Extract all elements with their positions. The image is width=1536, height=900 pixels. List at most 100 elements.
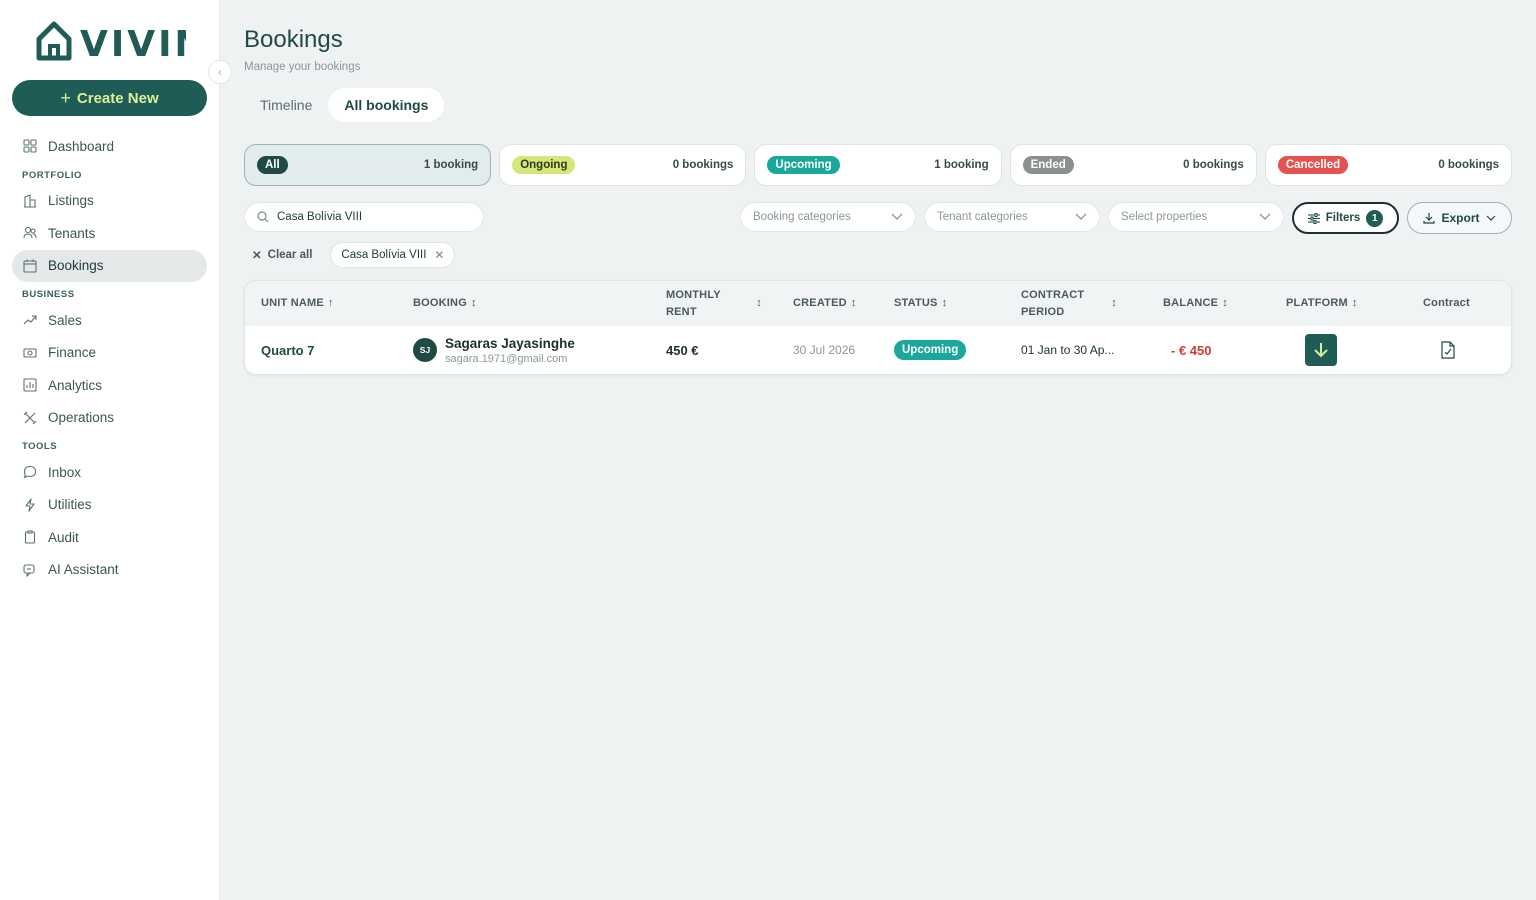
sidebar-item-audit[interactable]: Audit <box>12 521 207 553</box>
status-card-ended[interactable]: Ended 0 bookings <box>1009 144 1257 186</box>
sidebar-item-label: Utilities <box>48 497 92 512</box>
tenant-categories-select[interactable]: Tenant categories <box>924 202 1100 232</box>
download-arrow-icon <box>1314 343 1328 358</box>
booking-cell[interactable]: SJ Sagaras Jayasinghe sagara.1971@gmail.… <box>413 326 575 374</box>
bolt-icon <box>22 497 38 513</box>
filters-count-badge: 1 <box>1366 209 1384 227</box>
header-balance[interactable]: BALANCE ↕ <box>1163 281 1228 326</box>
search-input[interactable] <box>277 211 457 223</box>
contract-period-cell: 01 Jan to 30 Ap... <box>1021 343 1115 357</box>
sort-icon: ↕ <box>1351 297 1358 309</box>
header-created[interactable]: CREATED ↕ <box>793 281 856 326</box>
view-tabs: Timeline All bookings <box>244 88 445 122</box>
create-new-button[interactable]: + Create New <box>12 80 207 116</box>
status-count: 1 booking <box>934 159 989 171</box>
header-status[interactable]: STATUS ↕ <box>894 281 947 326</box>
chevron-down-icon <box>891 213 903 220</box>
sidebar-item-utilities[interactable]: Utilities <box>12 489 207 521</box>
sidebar-item-dashboard[interactable]: Dashboard <box>12 130 207 162</box>
status-card-all[interactable]: All 1 booking <box>244 144 492 186</box>
assistant-icon <box>22 562 38 578</box>
plus-icon: + <box>60 87 71 108</box>
collapse-sidebar-button[interactable]: ‹ <box>208 60 232 84</box>
tab-timeline[interactable]: Timeline <box>244 88 328 122</box>
sidebar-item-sales[interactable]: Sales <box>12 304 207 336</box>
header-contract: Contract <box>1423 281 1470 326</box>
tab-all-bookings[interactable]: All bookings <box>328 88 445 122</box>
sliders-icon <box>1307 212 1320 224</box>
chart-icon <box>22 377 38 393</box>
sidebar-item-listings[interactable]: Listings <box>12 185 207 217</box>
status-pill: Cancelled <box>1277 156 1349 174</box>
clear-all-label: Clear all <box>267 249 313 261</box>
sort-asc-icon: ↑ <box>327 297 334 309</box>
sidebar-item-inbox[interactable]: Inbox <box>12 456 207 488</box>
sidebar-item-label: Bookings <box>48 258 104 273</box>
filter-row: Booking categories Tenant categories Sel… <box>244 202 1512 234</box>
sort-icon: ↕ <box>756 297 762 309</box>
sidebar-item-label: Listings <box>48 193 94 208</box>
header-contract-period-label: CONTRACT PERIOD <box>1021 288 1085 318</box>
status-pill: All <box>257 156 288 174</box>
balance-cell: - € 450 <box>1171 342 1212 358</box>
header-platform[interactable]: PLATFORM ↕ <box>1286 281 1358 326</box>
contract-cell <box>1440 326 1456 374</box>
platform-button[interactable] <box>1305 334 1337 366</box>
chevron-down-icon <box>1259 213 1271 220</box>
filter-chip[interactable]: Casa Bolívia VIII ✕ <box>330 242 456 268</box>
sidebar-item-finance[interactable]: Finance <box>12 337 207 369</box>
status-cards: All 1 booking Ongoing 0 bookings Upcoming 1 b… <box>244 144 1513 186</box>
status-card-ongoing[interactable]: Ongoing 0 bookings <box>499 144 747 186</box>
sidebar-item-label: AI Assistant <box>48 562 119 577</box>
header-created-label: CREATED <box>793 297 847 309</box>
status-card-upcoming[interactable]: Upcoming 1 booking <box>754 144 1002 186</box>
document-check-icon[interactable] <box>1440 341 1456 359</box>
status-badge: Upcoming <box>894 340 967 360</box>
search-box[interactable] <box>244 202 484 232</box>
sidebar-item-ai-assistant[interactable]: AI Assistant <box>12 554 207 586</box>
sort-icon: ↕ <box>941 297 948 309</box>
sidebar-item-operations[interactable]: Operations <box>12 402 207 434</box>
sidebar-item-label: Tenants <box>48 225 96 241</box>
sidebar: VIVIN + Create New Dashboard PORTFOLIO Lis… <box>0 0 220 900</box>
sidebar-item-analytics[interactable]: Analytics <box>12 369 207 401</box>
sidebar-item-tenants[interactable]: Tenants <box>12 217 207 249</box>
header-unit-name[interactable]: UNIT NAME ↑ <box>261 281 334 326</box>
header-balance-label: BALANCE <box>1163 297 1219 309</box>
trend-icon <box>22 312 38 328</box>
sidebar-item-bookings[interactable]: Bookings <box>12 249 207 282</box>
header-contract-period[interactable]: CONTRACT PERIOD ↕ <box>1021 281 1117 326</box>
booking-categories-select[interactable]: Booking categories <box>740 202 916 232</box>
nav-section-portfolio: PORTFOLIO <box>22 169 82 181</box>
sidebar-item-label: Audit <box>48 529 79 545</box>
table-header: UNIT NAME ↑ BOOKING ↕ MONTHLY RENT ↕ CREATE… <box>245 281 1511 326</box>
page-title: Bookings <box>244 26 343 53</box>
status-pill: Upcoming <box>767 156 840 174</box>
brand-logo[interactable]: VIVIN <box>36 20 186 62</box>
status-count: 1 booking <box>423 159 479 171</box>
table-row[interactable]: Quarto 7 SJ Sagaras Jayasinghe sagara.19… <box>245 326 1511 374</box>
sidebar-item-label: Analytics <box>48 377 103 393</box>
chevron-down-icon <box>1486 215 1495 221</box>
brand-wordmark: VIVIN <box>80 24 186 62</box>
tenant-categories-label: Tenant categories <box>937 211 1028 223</box>
header-monthly-rent[interactable]: MONTHLY RENT ↕ <box>666 281 762 326</box>
clear-all-button[interactable]: ✕ Clear all <box>244 242 320 268</box>
chevron-down-icon <box>1075 213 1087 220</box>
filters-label: Filters <box>1325 212 1361 224</box>
remove-chip-icon[interactable]: ✕ <box>434 248 444 262</box>
sidebar-item-label: Sales <box>48 312 82 328</box>
nav-section-tools: TOOLS <box>22 441 58 452</box>
header-status-label: STATUS <box>894 297 938 309</box>
status-card-cancelled[interactable]: Cancelled 0 bookings <box>1264 144 1513 186</box>
filters-button[interactable]: Filters 1 <box>1292 202 1399 234</box>
export-button[interactable]: Export <box>1407 202 1512 234</box>
select-properties-select[interactable]: Select properties <box>1108 202 1284 232</box>
create-new-label: Create New <box>76 89 159 107</box>
chevron-left-icon: ‹ <box>218 65 222 79</box>
header-booking[interactable]: BOOKING ↕ <box>413 281 477 326</box>
sidebar-nav: Dashboard PORTFOLIO Listings Tenants Booking… <box>12 130 207 586</box>
chat-icon <box>22 464 38 480</box>
unit-name-cell[interactable]: Quarto 7 <box>261 326 314 374</box>
sort-icon: ↕ <box>1222 297 1228 309</box>
